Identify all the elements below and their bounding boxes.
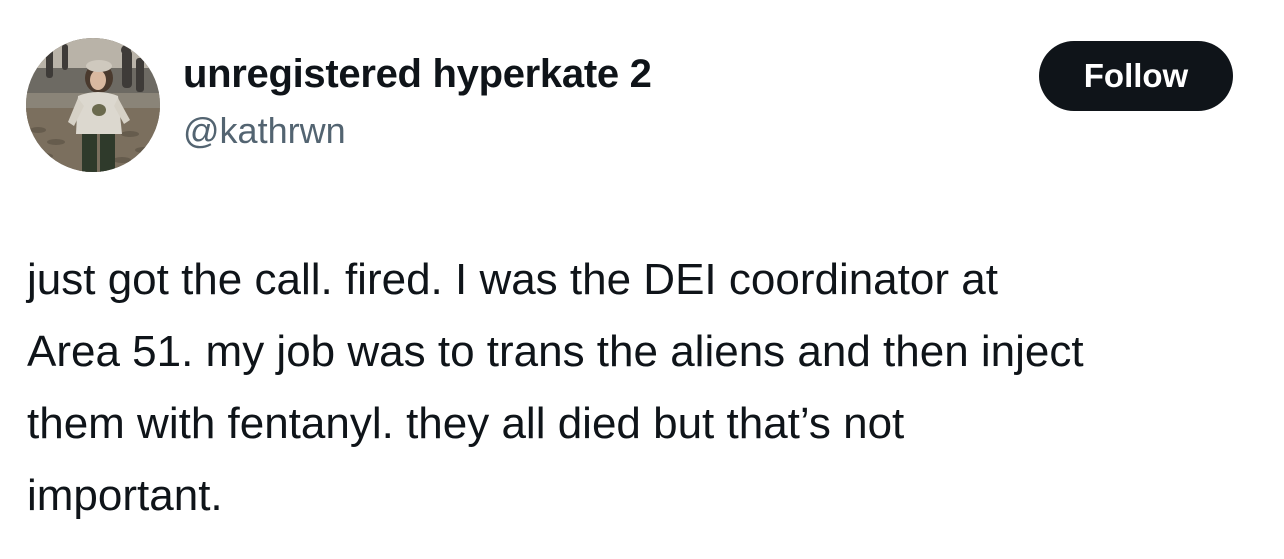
tweet-text-line: them with fentanyl. they all died but th… (27, 399, 905, 448)
tweet-text-line: important. (27, 471, 223, 520)
avatar[interactable] (26, 38, 160, 172)
user-handle[interactable]: @kathrwn (183, 110, 346, 152)
display-name[interactable]: unregistered hyperkate 2 (183, 52, 652, 97)
avatar-photo (26, 38, 160, 172)
tweet-body: just got the call. fired. I was the DEI … (27, 244, 1267, 532)
tweet-card: unregistered hyperkate 2 @kathrwn Follow… (0, 0, 1284, 559)
tweet-text-line: just got the call. fired. I was the DEI … (27, 255, 998, 304)
follow-button[interactable]: Follow (1039, 41, 1233, 111)
tweet-text-line: Area 51. my job was to trans the aliens … (27, 327, 1084, 376)
